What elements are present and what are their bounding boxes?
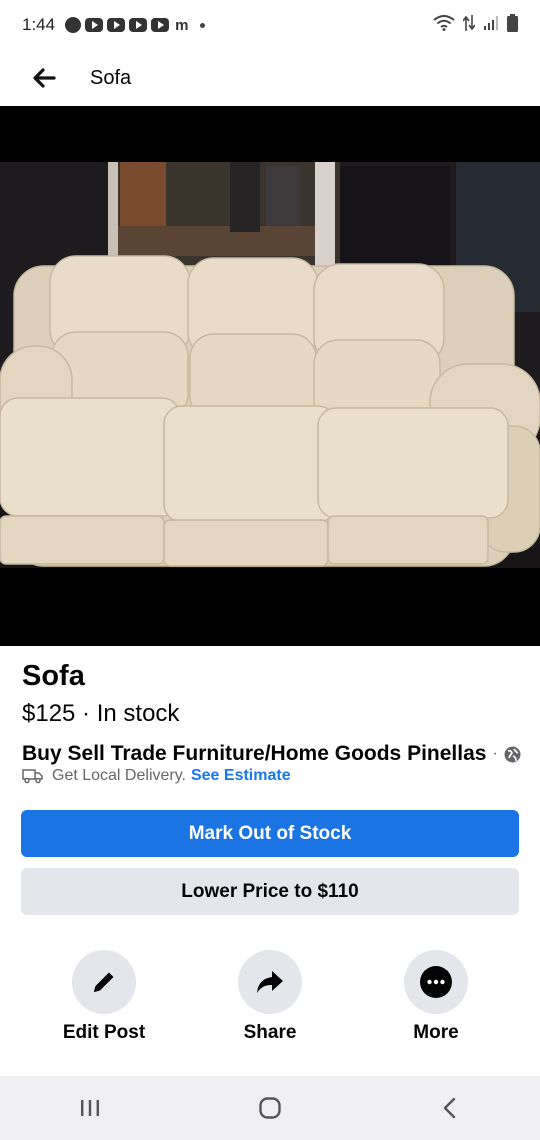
recent-apps-button[interactable] [50,1083,130,1133]
notification-icons: m [65,16,206,34]
home-button[interactable] [230,1083,310,1133]
share-button[interactable]: Share [200,950,340,1044]
delivery-text: Get Local Delivery. [52,767,186,784]
lower-price-button[interactable]: Lower Price to $110 [21,868,519,915]
facebook-icon [65,17,82,33]
pencil-icon [94,972,114,992]
home-icon [259,1097,281,1119]
more-notifications-dot [200,22,206,28]
mark-out-of-stock-button[interactable]: Mark Out of Stock [21,810,519,857]
listing-photo[interactable] [0,106,540,646]
more-dots-icon [420,966,452,998]
group-link[interactable]: Buy Sell Trade Furniture/Home Goods Pine… [22,742,532,766]
back-arrow-icon [33,68,56,88]
system-nav-bar [0,1076,540,1140]
sofa-photo [0,106,540,646]
share-arrow-icon [257,971,283,993]
youtube-icon [107,18,126,32]
listing-title: Sofa [22,660,85,692]
edit-post-label: Edit Post [62,1022,146,1043]
back-nav-button[interactable] [410,1083,490,1133]
share-label: Share [243,1022,297,1043]
group-separator: · [492,745,498,762]
see-estimate-link[interactable]: See Estimate [191,767,291,785]
youtube-icon [85,18,104,32]
back-button[interactable] [20,54,68,102]
mcdonalds-icon: m [175,16,189,34]
status-time: 1:44 [22,15,56,34]
app-header: Sofa [0,50,540,106]
globe-icon [504,746,521,762]
recent-apps-icon [81,1100,99,1116]
group-name: Buy Sell Trade Furniture/Home Goods Pine… [22,742,487,765]
wifi-icon [433,14,455,36]
youtube-icon [129,18,148,32]
page-title: Sofa [90,66,132,89]
youtube-icon [151,18,170,32]
delivery-row: Get Local Delivery. See Estimate [22,767,291,785]
delivery-truck-icon [22,769,43,784]
more-label: More [413,1022,459,1043]
signal-icon [483,15,499,36]
more-button[interactable]: More [366,950,506,1044]
status-bar: 1:44 m [0,0,540,50]
price-status: $125 · In stock [22,700,180,727]
system-icons [433,13,518,37]
back-chevron-icon [443,1097,456,1119]
battery-icon [507,13,518,37]
edit-post-button[interactable]: Edit Post [34,950,174,1044]
action-row: Edit Post Share More [0,950,540,1060]
data-arrows-icon [462,14,476,37]
